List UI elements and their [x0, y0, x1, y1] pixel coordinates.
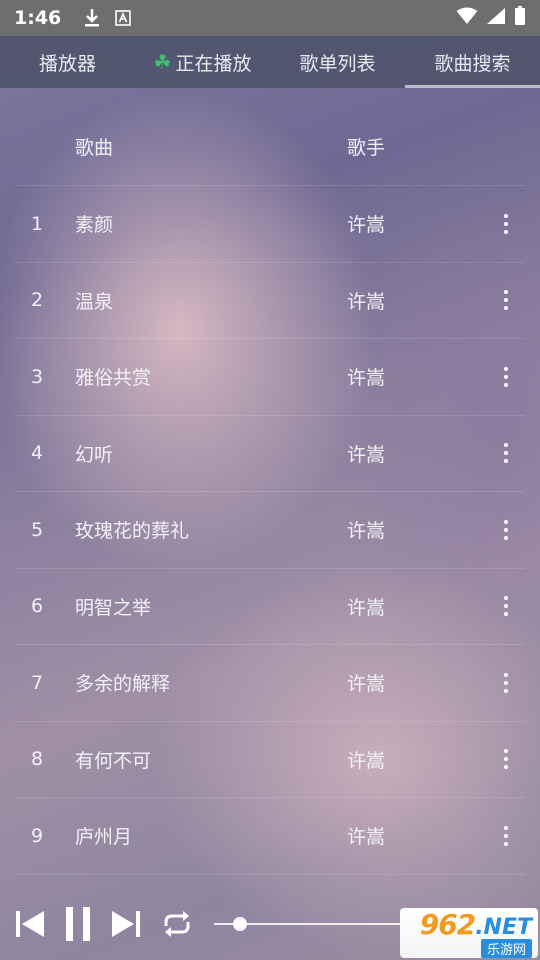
tab-bar: 播放器 ☘ 正在播放 歌单列表 歌曲搜索 [0, 36, 540, 88]
row-more [487, 516, 525, 544]
table-row[interactable]: 1 素颜 许嵩 [15, 186, 525, 263]
signal-icon [486, 7, 506, 29]
tab-label: 正在播放 [175, 52, 252, 75]
more-options-icon[interactable] [496, 669, 516, 697]
row-more [487, 822, 525, 850]
row-number: 5 [31, 518, 44, 541]
tab-song-search[interactable]: 歌曲搜索 [405, 36, 540, 88]
tab-label: 歌单列表 [299, 52, 376, 75]
tab-player[interactable]: 播放器 [0, 36, 135, 88]
song-title: 雅俗共赏 [75, 367, 152, 390]
tab-playlists[interactable]: 歌单列表 [270, 36, 405, 88]
watermark-logo: 962 .NET 乐游网 [400, 908, 538, 958]
more-options-icon[interactable] [496, 592, 516, 620]
clover-icon: ☘ [153, 50, 172, 74]
watermark-suffix: .NET [475, 915, 532, 940]
row-number: 6 [31, 595, 44, 618]
pause-button[interactable] [64, 906, 92, 942]
progress-thumb[interactable] [233, 917, 247, 931]
status-time: 1:46 [14, 7, 62, 29]
more-options-icon[interactable] [496, 210, 516, 238]
row-more [487, 439, 525, 467]
song-artist: 许嵩 [347, 826, 386, 849]
table-row[interactable]: 7 多余的解释 许嵩 [15, 645, 525, 722]
song-title: 庐州月 [75, 826, 133, 849]
table-row[interactable]: 2 温泉 许嵩 [15, 263, 525, 339]
download-icon [83, 8, 101, 28]
more-options-icon[interactable] [496, 745, 516, 773]
row-number: 8 [31, 748, 44, 771]
song-artist: 许嵩 [347, 214, 386, 237]
song-title: 素颜 [75, 214, 114, 237]
song-title: 幻听 [75, 443, 114, 466]
table-row[interactable]: 9 庐州月 许嵩 [15, 798, 525, 875]
song-artist: 许嵩 [347, 596, 386, 619]
row-number: 4 [31, 442, 44, 465]
more-options-icon[interactable] [496, 516, 516, 544]
song-title: 温泉 [75, 290, 114, 313]
wifi-icon [456, 7, 478, 29]
row-more [487, 745, 525, 773]
song-title: 玫瑰花的葬礼 [75, 520, 190, 543]
header-song: 歌曲 [75, 137, 114, 159]
row-more [487, 363, 525, 391]
song-title: 明智之举 [75, 596, 152, 619]
tab-label: 播放器 [38, 52, 96, 75]
row-number: 1 [31, 212, 44, 235]
song-list: 歌曲 歌手 1 素颜 许嵩 2 温泉 许嵩 3 雅俗共赏 许嵩 4 幻听 许嵩 5 玫瑰花的葬礼 许嵩 6 明智… [15, 108, 525, 875]
song-title: 多余的解释 [75, 673, 171, 696]
more-options-icon[interactable] [496, 363, 516, 391]
watermark-number: 962 [419, 908, 476, 941]
row-more [487, 592, 525, 620]
song-artist: 许嵩 [347, 443, 386, 466]
song-artist: 许嵩 [347, 290, 386, 313]
row-number: 3 [31, 365, 44, 388]
font-icon [115, 10, 132, 26]
table-row[interactable]: 8 有何不可 许嵩 [15, 722, 525, 798]
row-more [487, 286, 525, 314]
row-number: 2 [31, 289, 44, 312]
repeat-button[interactable] [160, 908, 194, 940]
row-more [487, 669, 525, 697]
skip-next-icon [112, 911, 140, 937]
table-row[interactable]: 3 雅俗共赏 许嵩 [15, 339, 525, 416]
tab-now-playing[interactable]: ☘ 正在播放 [135, 36, 270, 88]
row-more [487, 210, 525, 238]
more-options-icon[interactable] [496, 822, 516, 850]
song-title: 有何不可 [75, 749, 152, 772]
header-artist: 歌手 [347, 137, 386, 159]
progress-slider[interactable] [214, 914, 404, 934]
list-header: 歌曲 歌手 [15, 108, 525, 186]
next-button[interactable] [110, 909, 142, 939]
skip-previous-icon [16, 911, 44, 937]
pause-icon [66, 907, 90, 941]
row-number: 7 [31, 671, 44, 694]
more-options-icon[interactable] [496, 286, 516, 314]
tab-label: 歌曲搜索 [434, 52, 511, 75]
song-artist: 许嵩 [347, 749, 386, 772]
song-artist: 许嵩 [347, 520, 386, 543]
more-options-icon[interactable] [496, 439, 516, 467]
row-number: 9 [31, 824, 44, 847]
song-artist: 许嵩 [347, 367, 386, 390]
watermark-subtitle: 乐游网 [480, 939, 532, 958]
repeat-icon [164, 911, 190, 937]
song-artist: 许嵩 [347, 673, 386, 696]
battery-icon [514, 6, 526, 30]
table-row[interactable]: 6 明智之举 许嵩 [15, 569, 525, 645]
table-row[interactable]: 5 玫瑰花的葬礼 许嵩 [15, 492, 525, 569]
status-bar: 1:46 [0, 0, 540, 36]
previous-button[interactable] [14, 909, 46, 939]
table-row[interactable]: 4 幻听 许嵩 [15, 416, 525, 492]
